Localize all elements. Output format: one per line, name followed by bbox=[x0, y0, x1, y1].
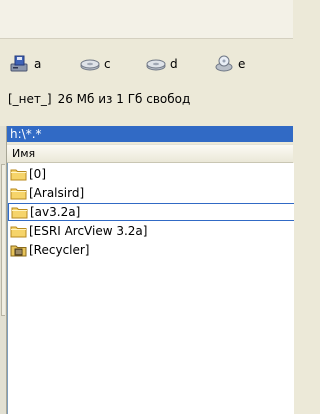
recycle-folder-icon bbox=[10, 245, 27, 257]
folder-icon bbox=[10, 226, 27, 238]
file-name: [av3.2a] bbox=[30, 205, 81, 219]
file-list: [0] [Aralsird] [av3.2a] [ESRI ArcView 3.… bbox=[7, 163, 294, 414]
file-row-av3-2a[interactable]: [av3.2a] bbox=[8, 203, 294, 221]
current-path-bar: h:\*.* bbox=[7, 126, 293, 142]
floppy-drive-icon bbox=[10, 55, 28, 72]
toolbar-separator bbox=[0, 38, 293, 39]
drive-button-c[interactable]: c bbox=[80, 54, 111, 74]
drive-letter-label: d bbox=[170, 57, 178, 71]
file-row-recycler[interactable]: [Recycler] bbox=[8, 241, 294, 259]
scroll-thumb[interactable] bbox=[1, 164, 5, 316]
drive-letter-label: a bbox=[34, 57, 42, 71]
drive-button-d[interactable]: d bbox=[146, 54, 178, 74]
left-panel-scrollbar[interactable] bbox=[0, 126, 7, 414]
drive-button-e[interactable]: e bbox=[214, 54, 245, 74]
hard-drive-icon bbox=[146, 59, 166, 71]
file-row-0[interactable]: [0] bbox=[8, 165, 294, 183]
free-space-text: 26 Мб из 1 Гб свобод bbox=[57, 92, 191, 106]
file-row-esri-arcview[interactable]: [ESRI ArcView 3.2a] bbox=[8, 222, 294, 240]
file-name: [0] bbox=[29, 167, 46, 181]
folder-icon bbox=[11, 207, 28, 219]
folder-icon bbox=[10, 169, 27, 181]
top-toolbar-strip bbox=[0, 0, 293, 38]
hard-drive-icon bbox=[80, 59, 100, 71]
drive-button-bar: a c d e bbox=[0, 46, 293, 82]
drive-letter-label: c bbox=[104, 57, 111, 71]
volume-label[interactable]: [_нет_] bbox=[8, 92, 52, 106]
file-row-aralsird[interactable]: [Aralsird] bbox=[8, 184, 294, 202]
drive-letter-label: e bbox=[238, 57, 246, 71]
file-name: [Aralsird] bbox=[29, 186, 85, 200]
file-name: [ESRI ArcView 3.2a] bbox=[29, 224, 148, 238]
column-header-name[interactable]: Имя bbox=[7, 144, 293, 163]
folder-icon bbox=[10, 188, 27, 200]
drive-info-bar: [_нет_] 26 Мб из 1 Гб свобод bbox=[0, 86, 293, 112]
drive-button-a[interactable]: a bbox=[10, 54, 41, 74]
cd-drive-icon bbox=[215, 55, 233, 72]
file-name: [Recycler] bbox=[29, 243, 90, 257]
